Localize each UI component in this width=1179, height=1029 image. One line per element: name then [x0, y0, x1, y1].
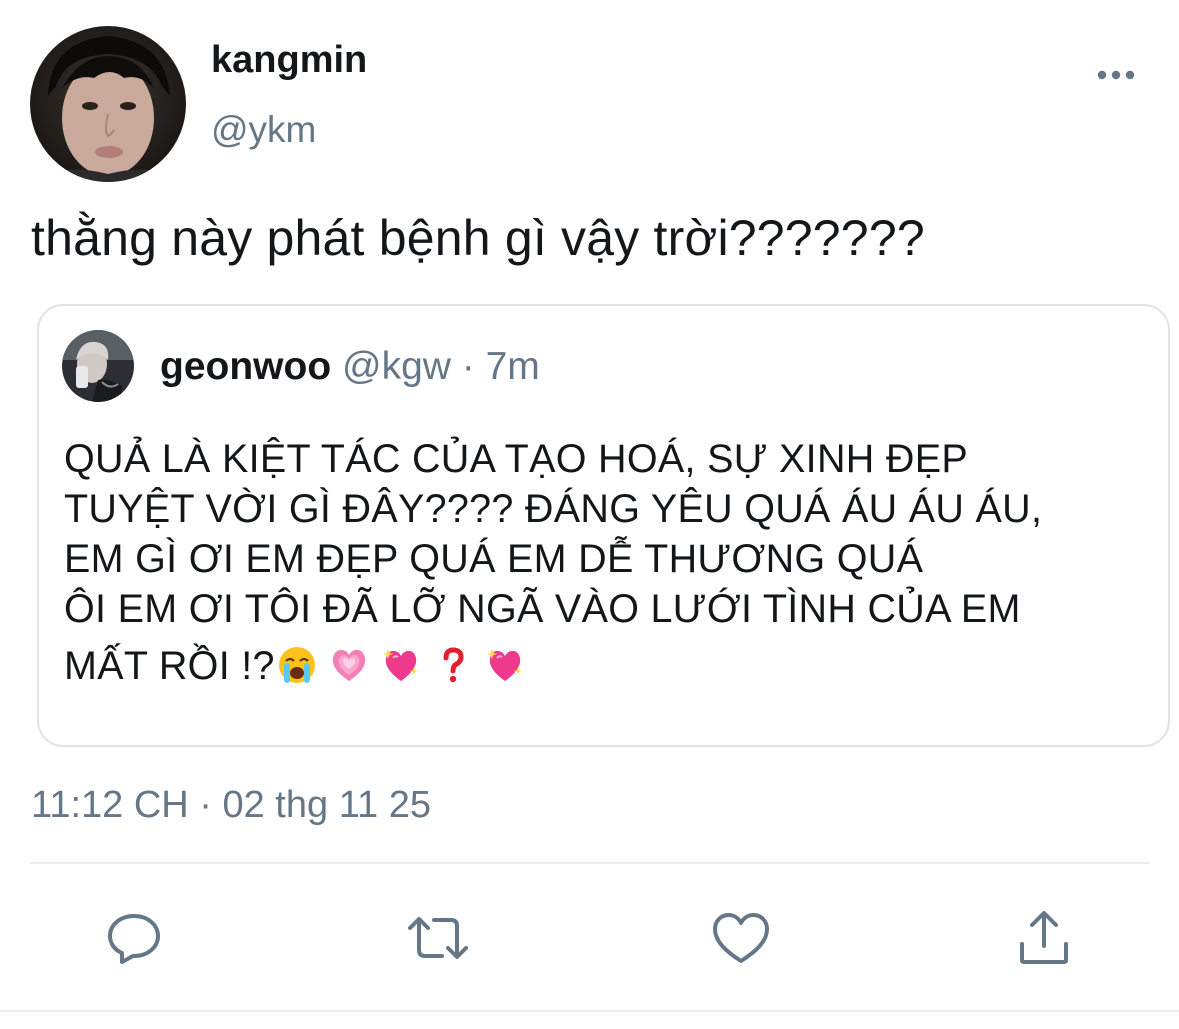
quoted-text-line: EM GÌ ƠI EM ĐẸP QUÁ EM DỄ THƯƠNG QUÁ	[64, 537, 924, 581]
reply-button[interactable]	[102, 906, 166, 970]
reply-icon	[108, 914, 160, 964]
quoted-tweet-text: QUẢ LÀ KIỆT TÁC CỦA TẠO HOÁ, SỰ XINH ĐẸP…	[64, 434, 1042, 692]
sparkling-heart-icon	[485, 645, 525, 685]
quoted-text-line: QUẢ LÀ KIỆT TÁC CỦA TẠO HOÁ, SỰ XINH ĐẸP	[64, 437, 968, 481]
bottom-divider	[0, 1010, 1179, 1012]
more-options-icon	[1097, 70, 1135, 80]
growing-heart-icon	[329, 645, 369, 685]
author-name[interactable]: kangmin	[211, 38, 367, 82]
quoted-text-line: ÔI EM ƠI TÔI ĐÃ LỠ NGÃ VÀO LƯỚI TÌNH CỦA…	[64, 587, 1021, 631]
quoted-text-line: MẤT RỒI !?	[64, 644, 275, 688]
more-options-button[interactable]	[1090, 60, 1142, 90]
retweet-button[interactable]	[406, 906, 470, 970]
quoted-tweet-header: geonwoo @kgw · 7m	[160, 344, 540, 390]
red-question-mark-icon	[433, 645, 473, 685]
like-icon	[713, 913, 769, 963]
quoted-author-meta: @kgw · 7m	[341, 345, 540, 388]
quoted-author-name[interactable]: geonwoo	[160, 345, 331, 388]
share-button[interactable]	[1012, 906, 1076, 970]
author-handle[interactable]: @ykm	[211, 108, 316, 152]
sparkling-heart-icon	[381, 645, 421, 685]
like-button[interactable]	[709, 906, 773, 970]
tweet-text: thằng này phát bệnh gì vậy trời???????	[31, 210, 925, 266]
divider	[30, 862, 1149, 864]
quoted-author-avatar[interactable]	[62, 330, 134, 402]
tweet-timestamp[interactable]: 11:12 CH · 02 thg 11 25	[31, 783, 431, 827]
quoted-text-line: TUYỆT VỜI GÌ ĐÂY???? ĐÁNG YÊU QUÁ ÁU ÁU …	[64, 487, 1043, 531]
retweet-icon	[408, 917, 468, 959]
author-avatar[interactable]	[30, 26, 186, 182]
quoted-text-last-line: MẤT RỒI !?	[64, 640, 1042, 692]
share-icon	[1020, 911, 1068, 964]
loudly-crying-face-icon	[277, 645, 317, 685]
